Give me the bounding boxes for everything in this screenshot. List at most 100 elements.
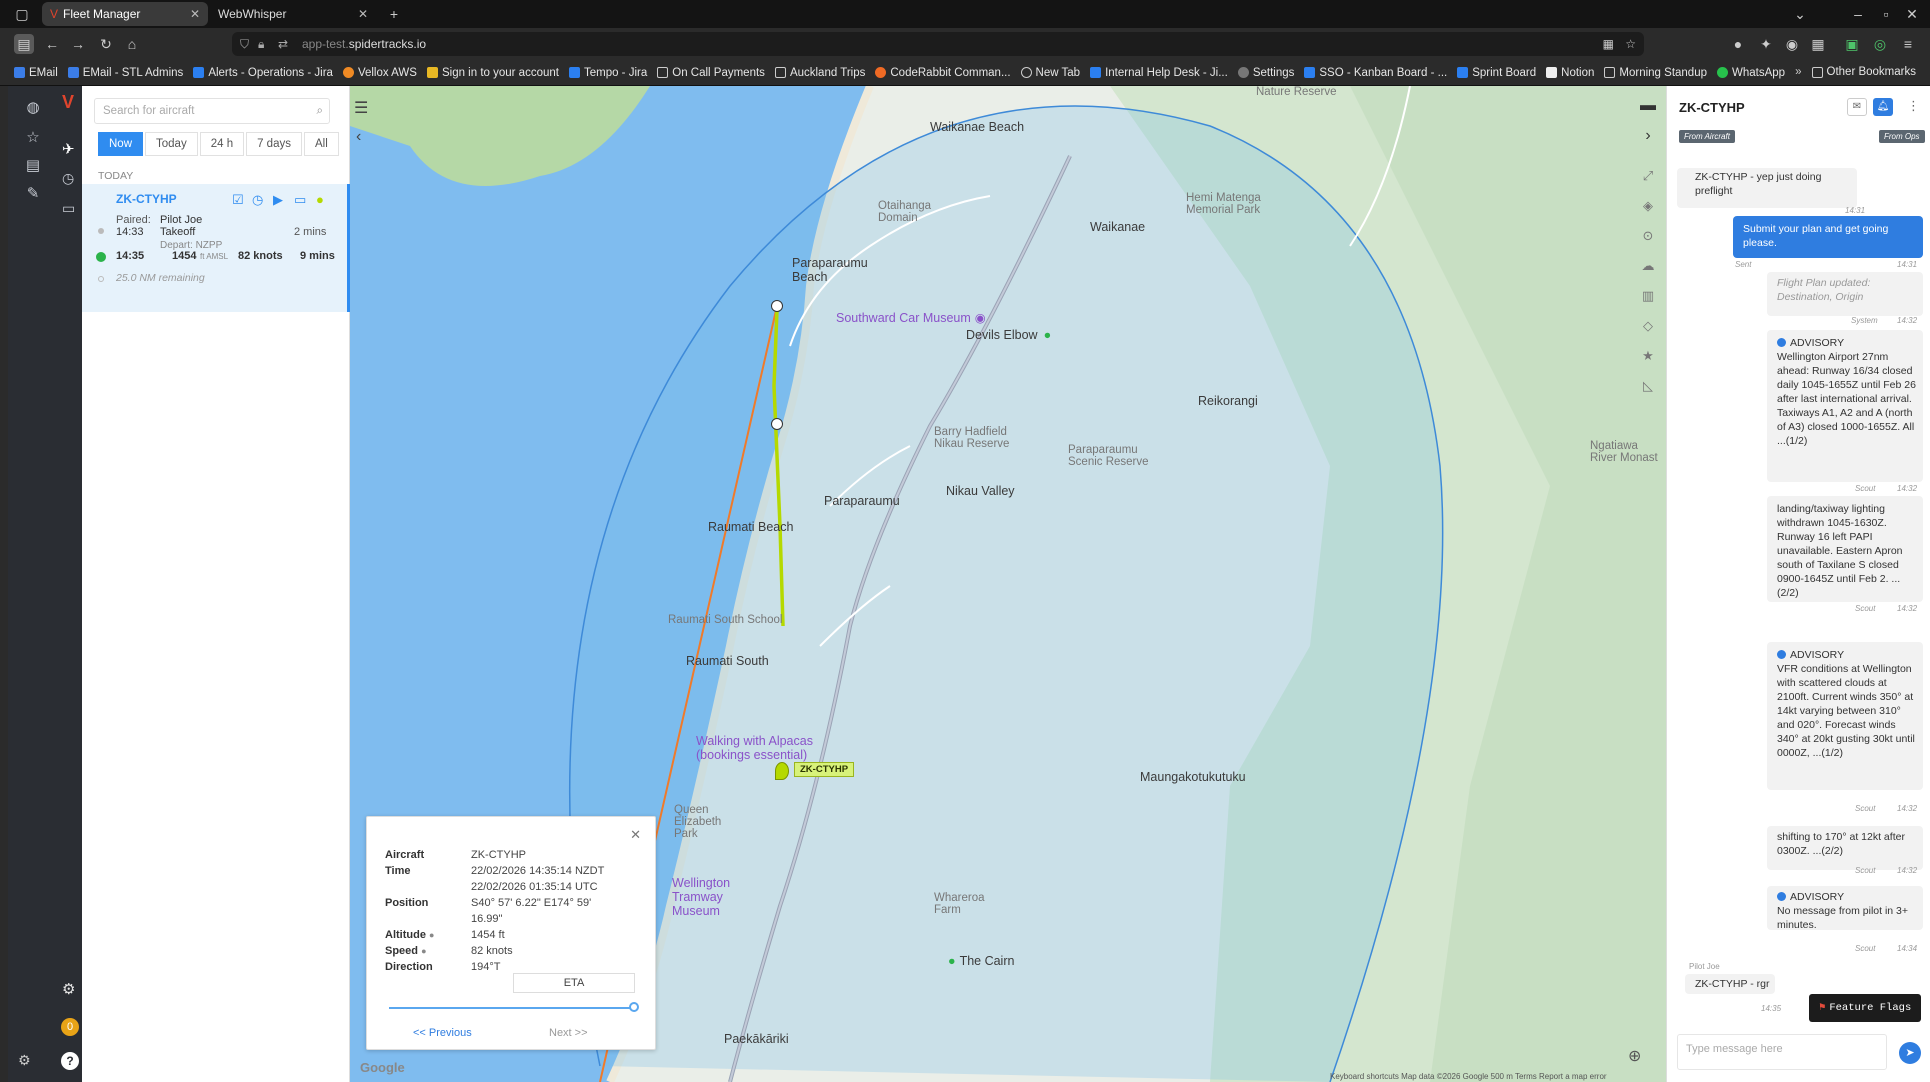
waypoint-icon[interactable]	[771, 300, 783, 312]
new-tab-icon[interactable]: +	[384, 4, 404, 24]
profile-icon[interactable]: ◉	[1782, 34, 1802, 54]
bookmark-item[interactable]: EMail - STL Admins	[67, 67, 183, 79]
chevron-down-icon[interactable]: ⌄	[1790, 4, 1810, 24]
map-type-icon[interactable]: ▥	[1638, 286, 1658, 306]
bookmark-folder[interactable]: Auckland Trips	[774, 67, 865, 79]
bookmark-item[interactable]: Internal Help Desk - Ji...	[1090, 67, 1228, 79]
timeline-slider[interactable]	[389, 1002, 639, 1012]
aircraft-marker-icon[interactable]	[775, 762, 789, 780]
window-close-icon[interactable]: ✕	[1902, 4, 1922, 24]
filter-all[interactable]: All	[303, 132, 339, 156]
filter-now[interactable]: Now	[98, 132, 144, 156]
sidebar-toggle-icon[interactable]: ▤	[14, 34, 34, 54]
layers-icon[interactable]: ◇	[1638, 316, 1658, 336]
sync-icon[interactable]: ▣	[1842, 34, 1862, 54]
weather-icon[interactable]: ☁	[1638, 256, 1658, 276]
bookmark-item[interactable]: Sprint Board	[1457, 67, 1536, 79]
location-pin-icon[interactable]: ●	[316, 192, 324, 207]
bell-icon[interactable]: 🔔︎	[1873, 98, 1893, 116]
next-button[interactable]: Next >>	[549, 1027, 588, 1039]
grid-icon[interactable]: ▦	[1808, 34, 1828, 54]
measure-icon[interactable]: ◺	[1638, 376, 1658, 396]
maximize-icon[interactable]: ▫	[1876, 4, 1896, 24]
star-icon[interactable]: ☆	[1625, 32, 1636, 56]
tab-webwhisper[interactable]: WebWhisper ✕	[210, 2, 376, 26]
bookmark-item[interactable]: EMail	[14, 67, 58, 79]
forward-icon[interactable]: →	[68, 34, 88, 54]
bookmark-item[interactable]: New Tab	[1020, 67, 1080, 79]
send-icon[interactable]: ➤	[1899, 1042, 1921, 1064]
compass-icon[interactable]: ◈	[1638, 196, 1658, 216]
message-input[interactable]: Type message here	[1677, 1034, 1887, 1070]
bookmark-item[interactable]: SSO - Kanban Board - ...	[1304, 67, 1447, 79]
bookmark-item[interactable]: Tempo - Jira	[568, 67, 647, 79]
recenter-icon[interactable]: ⊕	[1628, 1046, 1641, 1066]
extension-icon[interactable]: ●	[1728, 34, 1748, 54]
notification-badge[interactable]: 0	[61, 1018, 79, 1036]
waypoint-icon[interactable]	[771, 418, 783, 430]
history-icon[interactable]: ◷	[252, 192, 263, 208]
list-toggle-icon[interactable]: ☰	[354, 98, 368, 118]
history-icon[interactable]: ◷	[62, 170, 74, 187]
account-icon[interactable]: ◎	[1870, 34, 1890, 54]
address-bar[interactable]: ⛉ 🔒︎ ⇄ app-test.spidertracks.io ▦ ☆	[232, 32, 1644, 56]
more-icon[interactable]: ⋮	[1907, 98, 1920, 114]
browser-settings-icon[interactable]: ⚙	[18, 1052, 31, 1069]
filter-7days[interactable]: 7 days	[246, 132, 302, 156]
tab-fleet-manager[interactable]: V Fleet Manager ✕	[42, 2, 208, 26]
bookmark-item[interactable]: Alerts - Operations - Jira	[193, 67, 333, 79]
bookmark-folder[interactable]: Morning Standup	[1604, 67, 1707, 79]
filter-24h[interactable]: 24 h	[199, 132, 245, 156]
feature-flags-button[interactable]: ⚑ Feature Flags	[1809, 994, 1921, 1022]
map-attribution[interactable]: Keyboard shortcuts Map data ©2026 Google…	[1330, 1072, 1607, 1081]
puzzle-icon[interactable]: ✦	[1756, 34, 1776, 54]
aircraft-id[interactable]: ZK-CTYHP	[116, 192, 177, 206]
help-icon[interactable]: ?	[61, 1052, 79, 1070]
fullscreen-icon[interactable]: ⤢	[1638, 166, 1658, 186]
close-icon[interactable]: ✕	[630, 827, 641, 843]
previous-button[interactable]: << Previous	[413, 1027, 472, 1039]
messages-icon[interactable]: ▭	[62, 200, 75, 217]
other-bookmarks[interactable]: » Other Bookmarks	[1795, 66, 1916, 78]
chat-panel-icon[interactable]: ▬	[1638, 96, 1658, 116]
settings-icon[interactable]: ⚙	[62, 980, 75, 998]
slider-thumb[interactable]	[629, 1002, 639, 1012]
bookmark-item[interactable]: Notion	[1546, 67, 1594, 79]
aircraft-icon[interactable]: ✈	[62, 140, 75, 158]
close-icon[interactable]: ✕	[190, 7, 200, 21]
collapse-left-icon[interactable]: ‹	[356, 128, 361, 146]
history-icon[interactable]: ▤	[23, 156, 43, 176]
bookmark-item[interactable]: Sign in to your account	[426, 67, 559, 79]
bookmark-item[interactable]: WhatsApp	[1717, 67, 1785, 79]
reload-icon[interactable]: ↻	[96, 34, 116, 54]
back-icon[interactable]: ←	[42, 34, 62, 54]
home-icon[interactable]: ⌂	[122, 34, 142, 54]
bookmark-item[interactable]: Settings	[1237, 67, 1294, 79]
notes-icon[interactable]: ✎	[23, 184, 43, 204]
tab-overview-icon[interactable]: ▢	[12, 4, 32, 24]
email-icon[interactable]: ✉	[1847, 98, 1867, 116]
globe-icon[interactable]: ◍	[23, 98, 43, 118]
star-icon[interactable]: ☆	[23, 128, 43, 148]
poi-label[interactable]: Southward Car Museum ◉	[836, 310, 986, 325]
poi-label[interactable]: Walking with Alpacas (bookings essential…	[696, 734, 836, 762]
locate-icon[interactable]: ⊙	[1638, 226, 1658, 246]
bookmark-item[interactable]: Vellox AWS	[342, 67, 417, 79]
aircraft-card[interactable]: ZK-CTYHP ☑ ◷ ▶ ▭ ● Paired: Pilot Joe 14:…	[82, 184, 350, 312]
bookmark-item[interactable]: CodeRabbit Comman...	[875, 67, 1011, 79]
search-input[interactable]: Search for aircraft ⌕	[94, 98, 330, 124]
play-icon[interactable]: ▶	[273, 192, 283, 208]
eta-button[interactable]: ETA	[513, 973, 635, 993]
filter-today[interactable]: Today	[145, 132, 198, 156]
collapse-right-icon[interactable]: ›	[1638, 126, 1658, 146]
qr-icon[interactable]: ▦	[1603, 32, 1614, 56]
site-settings-icon[interactable]: ⇄	[278, 32, 288, 56]
chat-icon[interactable]: ▭	[294, 192, 306, 208]
poi-label[interactable]: Wellington Tramway Museum	[672, 876, 772, 918]
favourite-icon[interactable]: ★	[1638, 346, 1658, 366]
minimize-icon[interactable]: –	[1848, 4, 1868, 24]
bookmark-folder[interactable]: On Call Payments	[657, 67, 765, 79]
menu-icon[interactable]: ≡	[1898, 34, 1918, 54]
aircraft-map-label[interactable]: ZK-CTYHP	[794, 762, 855, 777]
flight-plan-icon[interactable]: ☑	[232, 192, 244, 208]
